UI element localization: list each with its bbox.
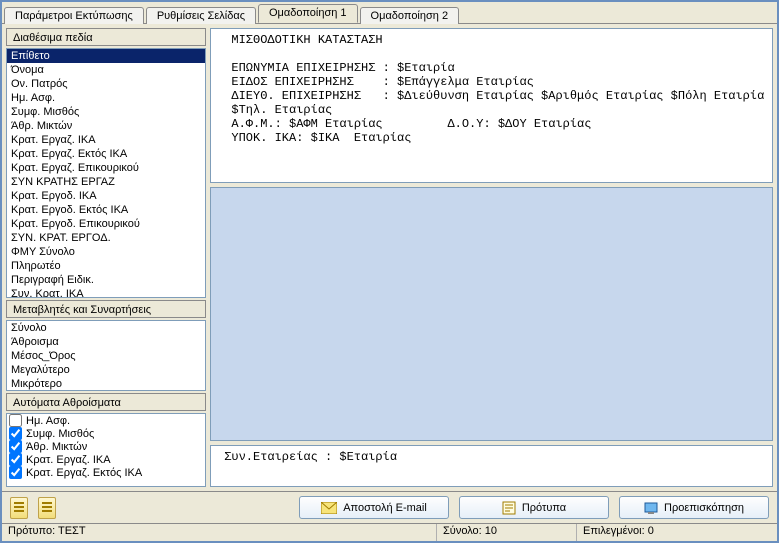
status-total: Σύνολο: 10 xyxy=(437,524,577,541)
list-item[interactable]: Σύνολο xyxy=(7,321,205,335)
template-icon xyxy=(502,501,516,515)
status-prototype: Πρότυπο: ΤΕΣΤ xyxy=(2,524,437,541)
vars-header: Μεταβλητές και Συναρτήσεις xyxy=(6,300,206,318)
available-fields-header: Διαθέσιμα πεδία xyxy=(6,28,206,46)
auto-sum-checkbox[interactable] xyxy=(9,427,22,440)
auto-sum-label: Κρατ. Εργαζ. ΙΚΑ xyxy=(26,454,111,466)
doc-icon[interactable] xyxy=(10,497,28,519)
available-fields-list[interactable]: ΕπίθετοΌνομαΟν. ΠατρόςΗμ. Ασφ.Συμφ. Μισθ… xyxy=(6,48,206,298)
auto-sum-label: Άθρ. Μικτών xyxy=(26,441,87,453)
auto-sum-row[interactable]: Άθρ. Μικτών xyxy=(7,440,205,453)
list-item[interactable]: Συν. Κρατ. ΙΚΑ xyxy=(7,287,205,298)
list-item[interactable]: Κρατ. Εργοδ. Εκτός ΙΚΑ xyxy=(7,203,205,217)
preview-button[interactable]: Προεπισκόπηση xyxy=(619,496,769,519)
list-item[interactable]: ΣΥΝ. ΚΡΑΤ. ΕΡΓΟΔ. xyxy=(7,231,205,245)
auto-sums-header: Αυτόματα Αθροίσματα xyxy=(6,393,206,411)
auto-sum-label: Συμφ. Μισθός xyxy=(26,428,94,440)
auto-sum-row[interactable]: Κρατ. Εργαζ. Εκτός ΙΚΑ xyxy=(7,466,205,479)
editor-header-section[interactable]: ΜΙΣΘΟΔΟΤΙΚΗ ΚΑΤΑΣΤΑΣΗ ΕΠΩΝΥΜΙΑ ΕΠΙΧΕΙΡΗΣ… xyxy=(210,28,773,183)
list-item[interactable]: Κρατ. Εργαζ. ΙΚΑ xyxy=(7,133,205,147)
list-item[interactable]: ΦΜΥ Σύνολο xyxy=(7,245,205,259)
list-item[interactable]: ΣΥΝ ΚΡΑΤΗΣ ΕΡΓΑΖ xyxy=(7,175,205,189)
tab-3[interactable]: Ομαδοποίηση 2 xyxy=(360,7,460,24)
send-email-label: Αποστολή E-mail xyxy=(343,502,427,514)
list-item[interactable]: Επίθετο xyxy=(7,49,205,63)
list-item[interactable]: Κρατ. Εργοδ. Επικουρικού xyxy=(7,217,205,231)
list-item[interactable]: Ημ. Ασφ. xyxy=(7,91,205,105)
list-item[interactable]: Περιγραφή Ειδικ. xyxy=(7,273,205,287)
list-item[interactable]: Όνομα xyxy=(7,63,205,77)
tab-bar: Παράμετροι ΕκτύπωσηςΡυθμίσεις ΣελίδαςΟμα… xyxy=(2,2,777,24)
list-item[interactable]: Άθροισμα xyxy=(7,335,205,349)
auto-sum-row[interactable]: Ημ. Ασφ. xyxy=(7,414,205,427)
auto-sum-row[interactable]: Συμφ. Μισθός xyxy=(7,427,205,440)
status-selected: Επιλεγμένοι: 0 xyxy=(577,524,777,541)
email-icon xyxy=(321,502,337,514)
templates-label: Πρότυπα xyxy=(522,502,566,514)
tab-0[interactable]: Παράμετροι Εκτύπωσης xyxy=(4,7,144,24)
vars-list[interactable]: ΣύνολοΆθροισμαΜέσος_ΌροςΜεγαλύτεροΜικρότ… xyxy=(6,320,206,391)
auto-sum-checkbox[interactable] xyxy=(9,453,22,466)
auto-sum-checkbox[interactable] xyxy=(9,466,22,479)
status-bar: Πρότυπο: ΤΕΣΤ Σύνολο: 10 Επιλεγμένοι: 0 xyxy=(2,523,777,541)
auto-sum-label: Κρατ. Εργαζ. Εκτός ΙΚΑ xyxy=(26,467,142,479)
list-item[interactable]: Μικρότερο xyxy=(7,377,205,391)
list-item[interactable]: Κρατ. Εργοδ. ΙΚΑ xyxy=(7,189,205,203)
list-item[interactable]: Κρατ. Εργαζ. Εκτός ΙΚΑ xyxy=(7,147,205,161)
editor-footer-section[interactable]: Συν.Εταιρείας : $Εταιρία xyxy=(210,445,773,487)
doc-icon-2[interactable] xyxy=(38,497,56,519)
tab-1[interactable]: Ρυθμίσεις Σελίδας xyxy=(146,7,256,24)
send-email-button[interactable]: Αποστολή E-mail xyxy=(299,496,449,519)
list-item[interactable]: Κρατ. Εργαζ. Επικουρικού xyxy=(7,161,205,175)
list-item[interactable]: Μεγαλύτερο xyxy=(7,363,205,377)
preview-label: Προεπισκόπηση xyxy=(664,502,744,514)
auto-sum-checkbox[interactable] xyxy=(9,440,22,453)
list-item[interactable]: Συμφ. Μισθός xyxy=(7,105,205,119)
auto-sum-row[interactable]: Κρατ. Εργαζ. ΙΚΑ xyxy=(7,453,205,466)
auto-sums-list[interactable]: Ημ. Ασφ.Συμφ. ΜισθόςΆθρ. ΜικτώνΚρατ. Εργ… xyxy=(6,413,206,487)
tab-2[interactable]: Ομαδοποίηση 1 xyxy=(258,4,358,23)
list-item[interactable]: Μέσος_Όρος xyxy=(7,349,205,363)
templates-button[interactable]: Πρότυπα xyxy=(459,496,609,519)
bottom-toolbar: Αποστολή E-mail Πρότυπα Προεπισκόπηση xyxy=(2,491,777,523)
preview-icon xyxy=(644,502,658,514)
list-item[interactable]: Πληρωτέο xyxy=(7,259,205,273)
list-item[interactable]: Άθρ. Μικτών xyxy=(7,119,205,133)
editor-body-section[interactable] xyxy=(210,187,773,441)
list-item[interactable]: Ον. Πατρός xyxy=(7,77,205,91)
auto-sum-label: Ημ. Ασφ. xyxy=(26,415,70,427)
auto-sum-checkbox[interactable] xyxy=(9,414,22,427)
